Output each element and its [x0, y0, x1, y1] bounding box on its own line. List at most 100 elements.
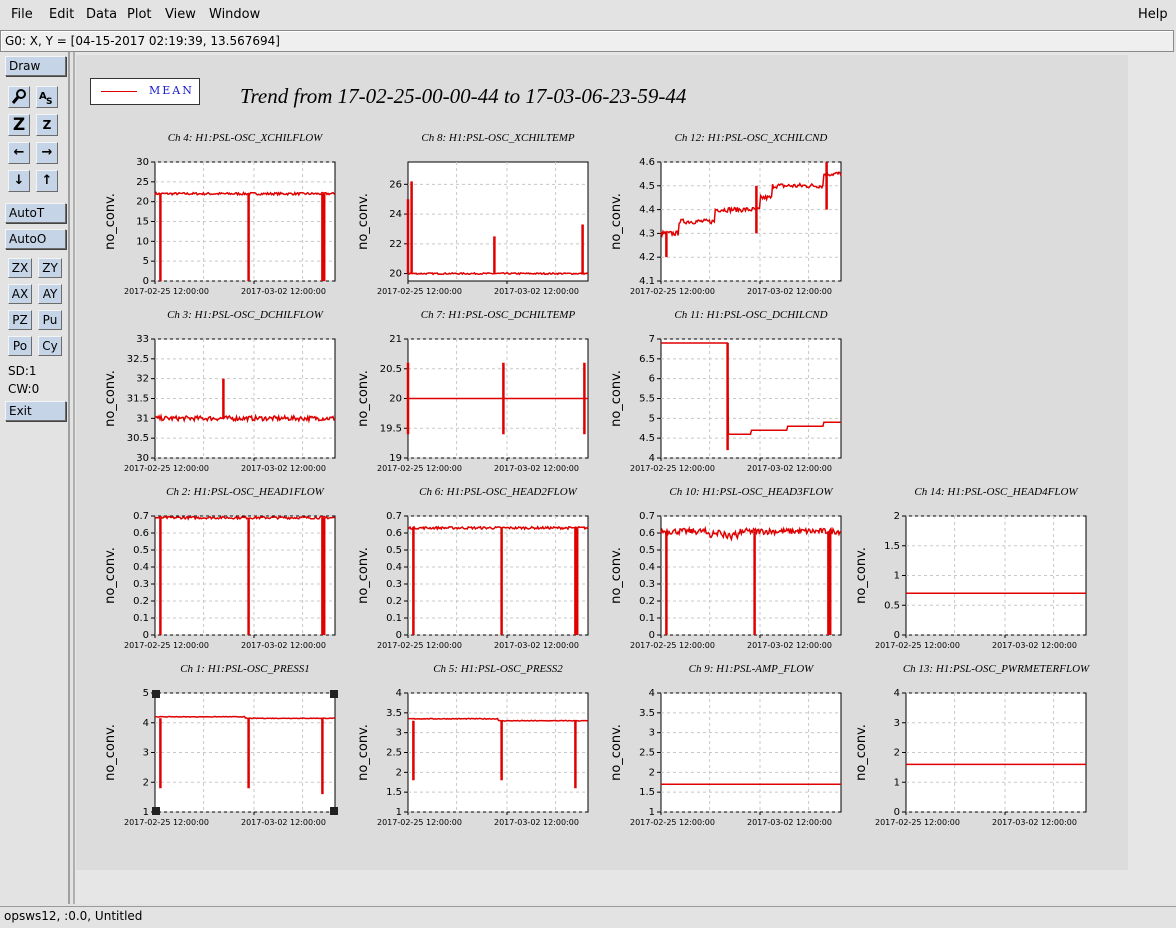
chart-8[interactable]: 0 0.1 0.2 0.3 0.4 0.5 0.6 0.7 2017-02-25 12:00:0… — [353, 512, 613, 671]
chart-title: Ch 12: H1:PSL-OSC_XCHILCND — [674, 132, 828, 144]
zx-button[interactable]: ZX — [8, 258, 32, 278]
chart-title: Ch 6: H1:PSL-OSC_HEAD2FLOW — [419, 486, 577, 498]
ax-button[interactable]: AX — [8, 284, 32, 304]
autoo-button[interactable]: AutoO — [5, 229, 66, 249]
y-tick-label: 0.2 — [133, 596, 149, 607]
ay-button[interactable]: AY — [38, 284, 62, 304]
svg-text:S: S — [46, 97, 52, 107]
y-tick-label: 1.5 — [386, 787, 402, 798]
y-tick-label: 7 — [649, 335, 655, 345]
chart-6[interactable]: 4 4.5 5 5.5 6 6.5 7 2017-02-25 12:00:00 2017-03-… — [606, 335, 866, 494]
x-tick-label: 2017-02-25 12:00:00 — [124, 818, 209, 827]
chart-9[interactable]: 0 0.1 0.2 0.3 0.4 0.5 0.6 0.7 2017-02-25 12:00:0… — [606, 512, 866, 671]
y-tick-label: 3 — [894, 718, 900, 729]
chart-title: Ch 7: H1:PSL-OSC_DCHILTEMP — [420, 309, 576, 321]
chart-4[interactable]: 30 30.5 31 31.5 32 32.5 33 2017-02-25 12:00:00 2… — [100, 335, 360, 494]
legend[interactable]: MEAN — [90, 78, 200, 105]
y-tick-label: 15 — [136, 217, 149, 228]
y-tick-label: 0.2 — [386, 596, 402, 607]
y-axis-label: no_conv. — [103, 370, 118, 427]
menu-file[interactable]: File — [11, 7, 33, 22]
y-tick-label: 1 — [894, 571, 900, 582]
zy-button[interactable]: ZY — [38, 258, 62, 278]
y-axis-label: no_conv. — [103, 724, 118, 781]
y-tick-label: 32.5 — [127, 354, 149, 365]
menu-view[interactable]: View — [165, 7, 196, 22]
y-tick-label: 20 — [389, 269, 402, 280]
plot-title: Trend from 17-02-25-00-00-44 to 17-03-06… — [240, 84, 687, 108]
y-tick-label: 0.5 — [884, 600, 900, 611]
chart-title: Ch 13: H1:PSL-OSC_PWRMETERFLOW — [902, 663, 1090, 675]
chart-title: Ch 2: H1:PSL-OSC_HEAD1FLOW — [166, 486, 324, 498]
chart-5[interactable]: 19 19.5 20 20.5 21 2017-02-25 12:00:00 2017-03… — [353, 335, 613, 494]
y-tick-label: 0.4 — [639, 562, 655, 573]
draw-button[interactable]: Draw — [5, 56, 66, 76]
y-tick-label: 0.1 — [133, 613, 149, 624]
y-tick-label: 2.5 — [386, 748, 402, 759]
y-tick-label: 3.5 — [639, 708, 655, 719]
plot-area — [660, 515, 842, 636]
y-tick-label: 1 — [649, 807, 655, 818]
chart-title: Ch 3: H1:PSL-OSC_DCHILFLOW — [167, 309, 323, 321]
y-tick-label: 0.7 — [386, 512, 402, 522]
y-axis-label: no_conv. — [356, 370, 371, 427]
y-tick-label: 5.5 — [639, 394, 655, 405]
selection-handle — [152, 690, 160, 698]
magnifier-icon[interactable] — [8, 86, 30, 108]
arrow-left-icon[interactable]: ← — [8, 142, 30, 164]
y-tick-label: 4 — [143, 718, 149, 729]
chart-title: Ch 9: H1:PSL-AMP_FLOW — [688, 663, 814, 675]
zoom-large-icon[interactable]: Z — [8, 114, 30, 136]
pu-button[interactable]: Pu — [38, 310, 62, 330]
chart-7[interactable]: 0 0.1 0.2 0.3 0.4 0.5 0.6 0.7 2017-02-25 12:00:0… — [100, 512, 360, 671]
y-axis-label: no_conv. — [609, 724, 624, 781]
cy-button[interactable]: Cy — [38, 336, 62, 356]
zoom-small-icon[interactable]: Z — [36, 114, 58, 136]
chart-1[interactable]: 0 5 10 15 20 25 30 2017-02-25 12:00:00 2017-03-0… — [100, 158, 360, 317]
y-tick-label: 1 — [894, 777, 900, 788]
pz-button[interactable]: PZ — [8, 310, 32, 330]
exit-button[interactable]: Exit — [5, 401, 66, 421]
y-tick-label: 31.5 — [127, 394, 149, 405]
selection-handle — [330, 690, 338, 698]
text-icon[interactable]: AS — [36, 86, 58, 108]
x-tick-label: 2017-03-02 12:00:00 — [241, 464, 326, 473]
autot-button[interactable]: AutoT — [5, 203, 66, 223]
chart-11[interactable]: 1 2 3 4 5 2017-02-25 12:00:00 2017-03-02 12:00… — [100, 689, 360, 848]
y-tick-label: 30 — [136, 453, 149, 464]
x-tick-label: 2017-02-25 12:00:00 — [124, 641, 209, 650]
x-tick-label: 2017-02-25 12:00:00 — [630, 818, 715, 827]
y-tick-label: 19.5 — [380, 423, 402, 434]
menu-plot[interactable]: Plot — [127, 7, 152, 22]
chart-12[interactable]: 1 1.5 2 2.5 3 3.5 4 2017-02-25 12:00:00 2017-03-… — [353, 689, 613, 848]
arrow-up-icon[interactable]: ↑ — [36, 170, 58, 192]
chart-3[interactable]: 4.1 4.2 4.3 4.4 4.5 4.6 2017-02-25 12:00:00 201… — [606, 158, 866, 317]
x-tick-label: 2017-03-02 12:00:00 — [747, 641, 832, 650]
menu-edit[interactable]: Edit — [49, 7, 74, 22]
x-tick-label: 2017-03-02 12:00:00 — [747, 287, 832, 296]
x-tick-label: 2017-03-02 12:00:00 — [747, 818, 832, 827]
arrow-right-icon[interactable]: → — [36, 142, 58, 164]
y-axis-label: no_conv. — [356, 547, 371, 604]
arrow-down-icon[interactable]: ↓ — [8, 170, 30, 192]
po-button[interactable]: Po — [8, 336, 32, 356]
x-tick-label: 2017-03-02 12:00:00 — [494, 641, 579, 650]
chart-14[interactable]: 0 1 2 3 4 2017-02-25 12:00:00 2017-03-02 12:00… — [851, 689, 1111, 848]
coordinate-readout-bar: G0: X, Y = [04-15-2017 02:19:39, 13.5676… — [0, 30, 1174, 52]
y-tick-label: 1 — [143, 807, 149, 818]
y-tick-label: 2 — [894, 748, 900, 759]
status-text: opsws12, :0.0, Untitled — [4, 909, 143, 923]
chart-10[interactable]: 0 0.5 1 1.5 2 2017-02-25 12:00:00 2017-03-02 1… — [851, 512, 1111, 671]
menu-help[interactable]: Help — [1138, 7, 1168, 22]
y-axis-label: no_conv. — [356, 193, 371, 250]
chart-13[interactable]: 1 1.5 2 2.5 3 3.5 4 2017-02-25 12:00:00 2017-03-… — [606, 689, 866, 848]
menu-data[interactable]: Data — [86, 7, 117, 22]
y-tick-label: 0 — [143, 630, 149, 641]
y-tick-label: 0.6 — [639, 528, 655, 539]
x-tick-label: 2017-02-25 12:00:00 — [377, 464, 462, 473]
chart-title: Ch 4: H1:PSL-OSC_XCHILFLOW — [167, 132, 323, 144]
menu-window[interactable]: Window — [209, 7, 260, 22]
chart-2[interactable]: 20 22 24 26 2017-02-25 12:00:00 2017-03-02 12… — [353, 158, 613, 317]
x-tick-label: 2017-03-02 12:00:00 — [494, 287, 579, 296]
x-tick-label: 2017-02-25 12:00:00 — [124, 287, 209, 296]
